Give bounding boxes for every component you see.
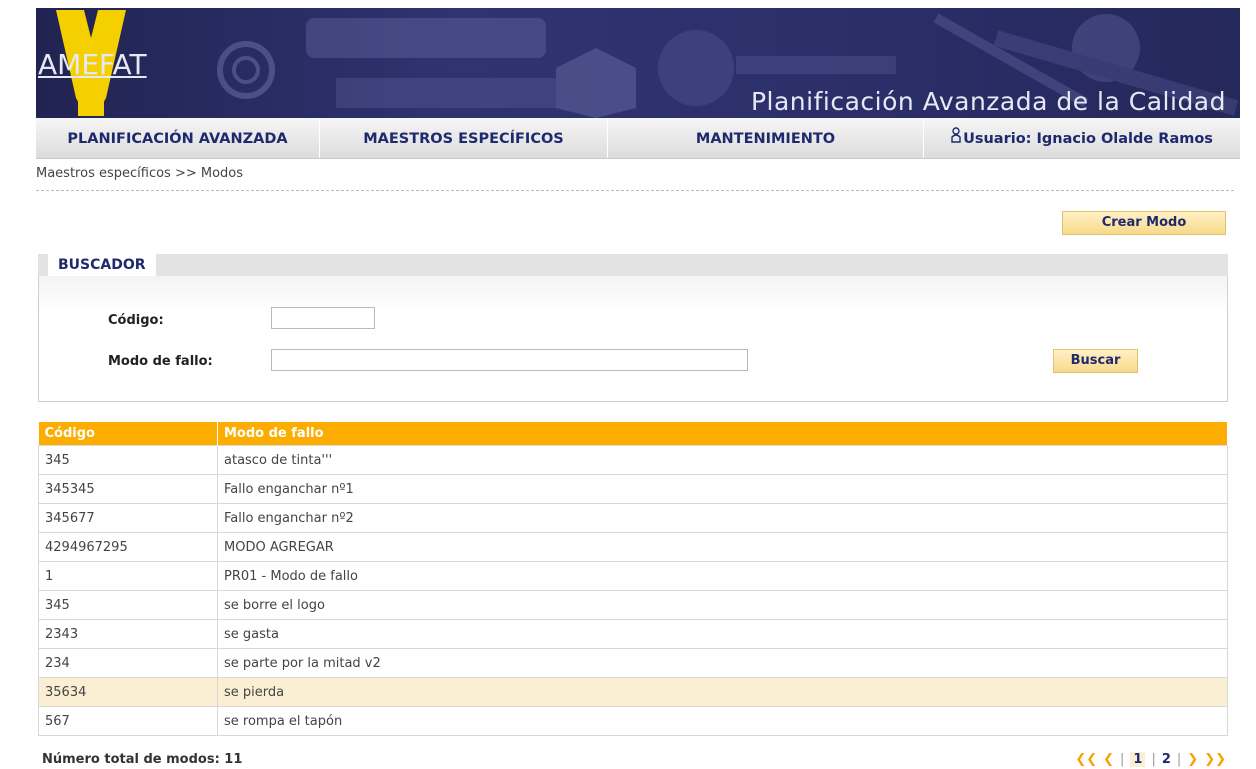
search-panel xyxy=(38,276,1228,402)
nav-mantenimiento[interactable]: MANTENIMIENTO xyxy=(608,118,924,158)
cell-mode: MODO AGREGAR xyxy=(217,532,1228,562)
create-mode-button[interactable]: Crear Modo xyxy=(1062,211,1226,235)
pagination: ❮❮ ❮ | 1 | 2 | ❯ ❯❯ xyxy=(1075,752,1226,767)
cell-mode: se borre el logo xyxy=(217,590,1228,620)
user-icon xyxy=(951,118,961,160)
table-row[interactable]: 345 se borre el logo xyxy=(38,590,1228,620)
total-count: Número total de modos: 11 xyxy=(42,752,243,767)
last-page-icon[interactable]: ❯❯ xyxy=(1204,752,1226,767)
cell-mode: Fallo enganchar nº2 xyxy=(217,503,1228,533)
cell-code: 4294967295 xyxy=(38,532,218,562)
search-button[interactable]: Buscar xyxy=(1053,349,1138,373)
table-row[interactable]: 345 atasco de tinta''' xyxy=(38,445,1228,475)
nav-maestros[interactable]: MAESTROS ESPECÍFICOS xyxy=(320,118,608,158)
cell-mode: se parte por la mitad v2 xyxy=(217,648,1228,678)
table-row[interactable]: 567 se rompa el tapón xyxy=(38,706,1228,736)
cell-mode: se pierda xyxy=(217,677,1228,707)
cell-code: 345 xyxy=(38,590,218,620)
cell-mode: se rompa el tapón xyxy=(217,706,1228,736)
col-header-mode[interactable]: Modo de fallo xyxy=(217,422,1228,446)
modes-table: Código Modo de fallo 345 atasco de tinta'… xyxy=(38,422,1228,736)
table-row[interactable]: 35634 se pierda xyxy=(38,677,1228,707)
mode-input[interactable] xyxy=(271,349,748,371)
search-header-bar xyxy=(38,254,1228,276)
logo-text: AMEFAT xyxy=(38,48,147,81)
nav-usuario[interactable]: Usuario: Ignacio Olalde Ramos xyxy=(924,118,1240,158)
table-row[interactable]: 4294967295 MODO AGREGAR xyxy=(38,532,1228,562)
cell-code: 345 xyxy=(38,445,218,475)
main-nav: PLANIFICACIÓN AVANZADA MAESTROS ESPECÍFI… xyxy=(36,118,1240,159)
user-label: Usuario: Ignacio Olalde Ramos xyxy=(963,131,1213,147)
cell-mode: PR01 - Modo de fallo xyxy=(217,561,1228,591)
cell-code: 1 xyxy=(38,561,218,591)
cell-mode: Fallo enganchar nº1 xyxy=(217,474,1228,504)
cell-mode: se gasta xyxy=(217,619,1228,649)
table-row[interactable]: 2343 se gasta xyxy=(38,619,1228,649)
cell-code: 567 xyxy=(38,706,218,736)
col-header-code[interactable]: Código xyxy=(38,422,218,446)
code-input[interactable] xyxy=(271,307,375,329)
table-row[interactable]: 345677 Fallo enganchar nº2 xyxy=(38,503,1228,533)
mode-label: Modo de fallo: xyxy=(108,354,213,369)
code-label: Código: xyxy=(108,313,164,328)
cell-code: 234 xyxy=(38,648,218,678)
table-row[interactable]: 234 se parte por la mitad v2 xyxy=(38,648,1228,678)
cell-code: 2343 xyxy=(38,619,218,649)
cell-mode: atasco de tinta''' xyxy=(217,445,1228,475)
breadcrumb-divider xyxy=(36,190,1234,191)
nav-planificacion[interactable]: PLANIFICACIÓN AVANZADA xyxy=(36,118,320,158)
prev-page-icon[interactable]: ❮ xyxy=(1103,752,1114,767)
header-banner: AMEFAT Planificación Avanzada de la Cali… xyxy=(36,8,1240,118)
table-row[interactable]: 1 PR01 - Modo de fallo xyxy=(38,561,1228,591)
app-title: Planificación Avanzada de la Calidad xyxy=(750,87,1226,116)
search-title: BUSCADOR xyxy=(48,254,156,276)
table-row[interactable]: 345345 Fallo enganchar nº1 xyxy=(38,474,1228,504)
cell-code: 345677 xyxy=(38,503,218,533)
cell-code: 345345 xyxy=(38,474,218,504)
next-page-icon[interactable]: ❯ xyxy=(1187,752,1198,767)
page-2[interactable]: 2 xyxy=(1162,752,1171,767)
breadcrumb: Maestros específicos >> Modos xyxy=(36,166,244,181)
page-1[interactable]: 1 xyxy=(1130,752,1146,767)
cell-code: 35634 xyxy=(38,677,218,707)
table-header-row: Código Modo de fallo xyxy=(38,422,1228,446)
first-page-icon[interactable]: ❮❮ xyxy=(1075,752,1097,767)
